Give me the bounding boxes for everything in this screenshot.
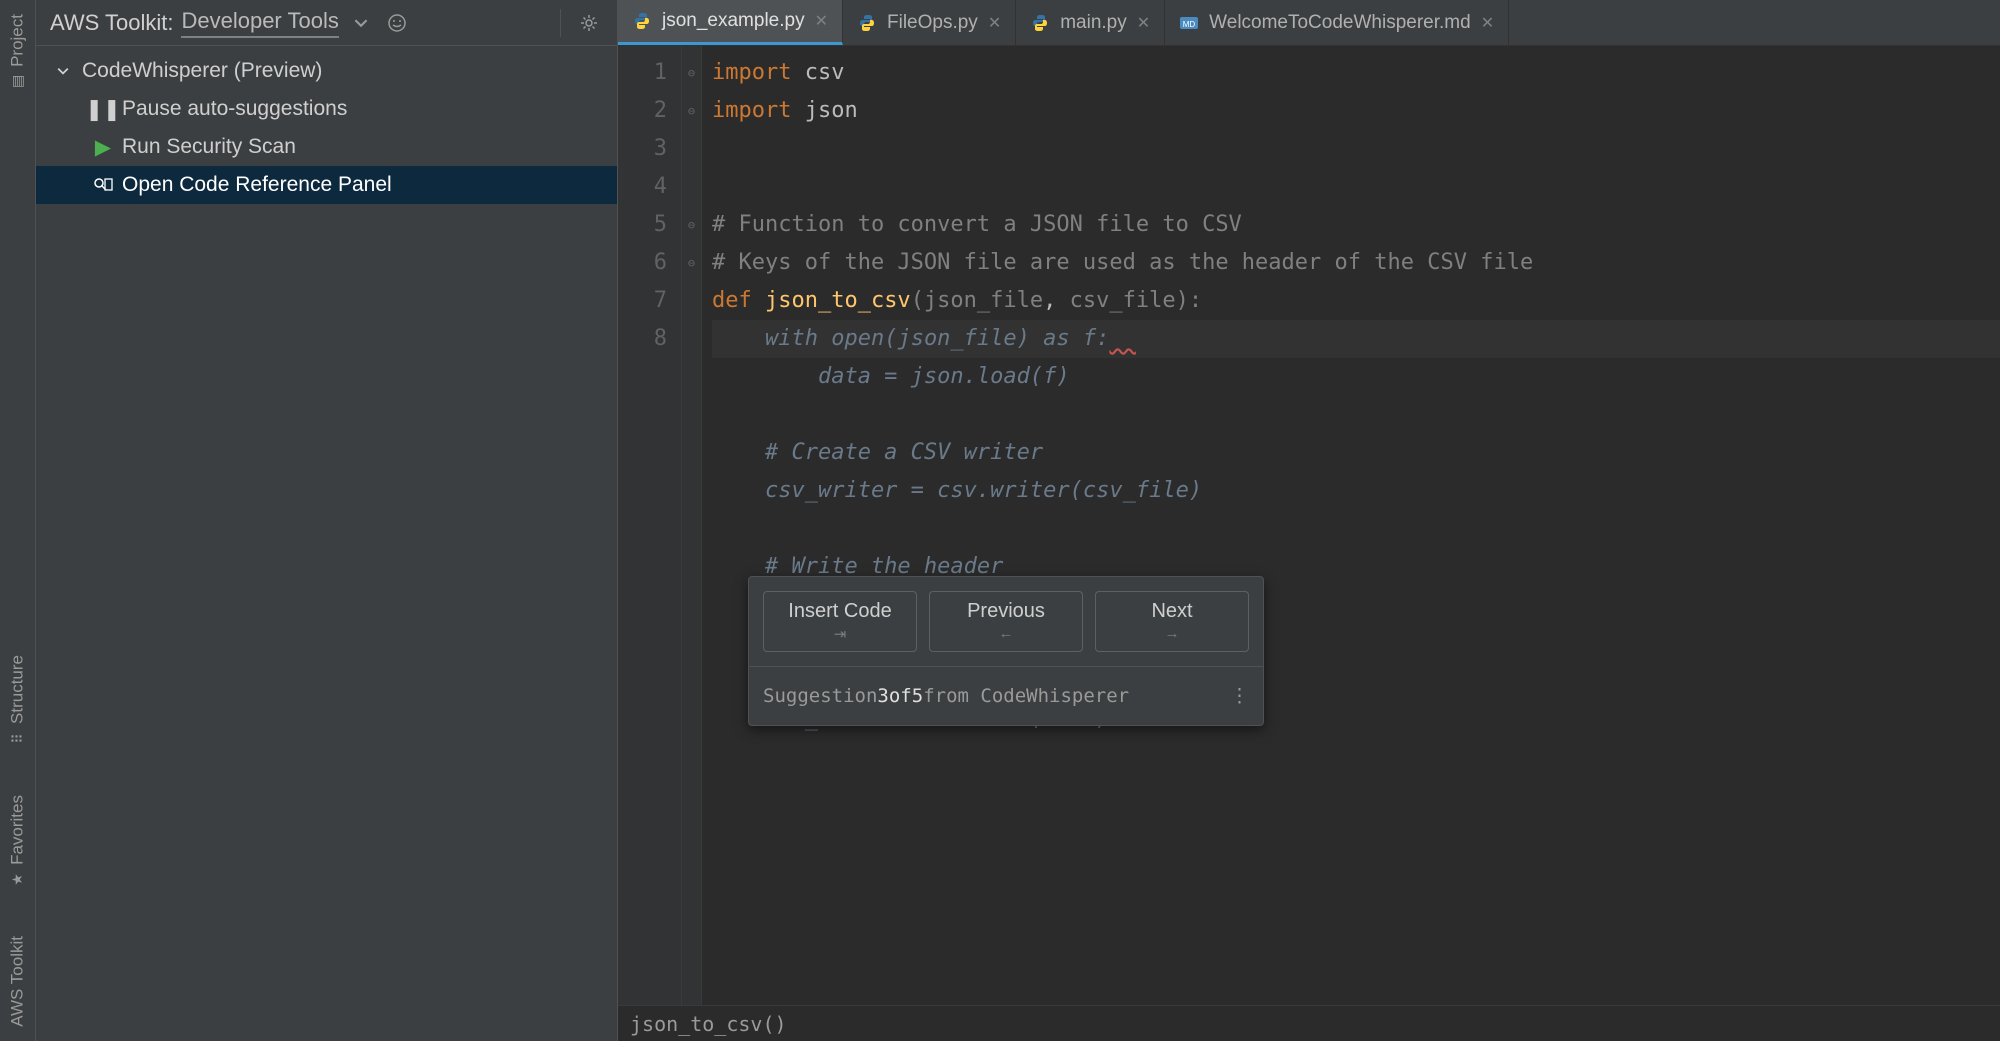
close-icon[interactable]: ✕ — [1137, 13, 1150, 33]
next-button[interactable]: Next → — [1095, 591, 1249, 652]
tree-root[interactable]: CodeWhisperer (Preview) — [36, 52, 617, 90]
tab-fileops[interactable]: FileOps.py ✕ — [843, 0, 1016, 45]
smile-icon[interactable] — [383, 9, 411, 37]
tool-strip-project[interactable]: ▤ Project — [0, 4, 35, 100]
close-icon[interactable]: ✕ — [815, 11, 828, 31]
tab-json-example[interactable]: json_example.py ✕ — [618, 0, 843, 45]
folder-icon: ▤ — [9, 75, 26, 88]
more-icon[interactable]: ⋮ — [1230, 677, 1249, 715]
python-icon — [857, 13, 877, 33]
code-content[interactable]: import csv import json # Function to con… — [702, 46, 2000, 1005]
editor-area: json_example.py ✕ FileOps.py ✕ main.py ✕… — [618, 0, 2000, 1041]
fold-icon[interactable]: ⊖ — [682, 54, 701, 92]
sidebar-tree: CodeWhisperer (Preview) ❚❚ Pause auto-su… — [36, 46, 617, 210]
left-tool-strip: ▤ Project ⠿ Structure ★ Favorites AWS To… — [0, 0, 36, 1041]
structure-icon: ⠿ — [9, 734, 26, 744]
close-icon[interactable]: ✕ — [1481, 13, 1494, 33]
suggestion-popup: Insert Code ⇥ Previous ← Next → Suggesti… — [748, 576, 1264, 726]
tree-pause-suggestions[interactable]: ❚❚ Pause auto-suggestions — [36, 90, 617, 128]
sidebar-subtitle[interactable]: Developer Tools — [181, 8, 338, 38]
reference-icon — [92, 177, 114, 193]
sidebar-title: AWS Toolkit: — [50, 10, 173, 36]
line-gutter: 1 2 3 4 5 6 7 8 — [618, 46, 682, 1005]
sidebar-panel: AWS Toolkit: Developer Tools CodeWhisper… — [36, 0, 618, 1041]
tool-strip-aws[interactable]: AWS Toolkit — [0, 926, 35, 1037]
suggestion-status: Suggestion 3 of 5 from CodeWhisperer ⋮ — [749, 666, 1263, 725]
tool-strip-favorites[interactable]: ★ Favorites — [0, 785, 35, 898]
arrow-right-icon: → — [1165, 625, 1180, 642]
svg-text:MD: MD — [1183, 20, 1196, 29]
fold-icon[interactable]: ⊖ — [682, 206, 701, 244]
chevron-down-icon[interactable] — [347, 9, 375, 37]
pause-icon: ❚❚ — [92, 97, 114, 122]
tree-open-code-reference[interactable]: Open Code Reference Panel — [36, 166, 617, 204]
tab-welcome-md[interactable]: MD WelcomeToCodeWhisperer.md ✕ — [1165, 0, 1509, 45]
play-icon: ▶ — [92, 135, 114, 160]
chevron-down-icon — [52, 65, 74, 77]
sidebar-header: AWS Toolkit: Developer Tools — [36, 0, 617, 46]
python-icon — [632, 11, 652, 31]
previous-button[interactable]: Previous ← — [929, 591, 1083, 652]
breadcrumb[interactable]: json_to_csv() — [618, 1005, 2000, 1041]
fold-icon[interactable]: ⊖ — [682, 244, 701, 282]
tree-run-security-scan[interactable]: ▶ Run Security Scan — [36, 128, 617, 166]
python-icon — [1030, 13, 1050, 33]
tab-key-icon: ⇥ — [834, 625, 847, 643]
fold-column: ⊖ ⊖ ⊖ ⊖ — [682, 46, 702, 1005]
tab-main[interactable]: main.py ✕ — [1016, 0, 1165, 45]
gear-icon[interactable] — [575, 9, 603, 37]
editor-body[interactable]: 1 2 3 4 5 6 7 8 ⊖ ⊖ ⊖ ⊖ import csv impor… — [618, 46, 2000, 1005]
fold-icon[interactable]: ⊖ — [682, 92, 701, 130]
editor-tabs: json_example.py ✕ FileOps.py ✕ main.py ✕… — [618, 0, 2000, 46]
star-icon: ★ — [9, 874, 26, 887]
arrow-left-icon: ← — [999, 625, 1014, 642]
insert-code-button[interactable]: Insert Code ⇥ — [763, 591, 917, 652]
markdown-icon: MD — [1179, 13, 1199, 33]
tool-strip-structure[interactable]: ⠿ Structure — [0, 645, 35, 757]
close-icon[interactable]: ✕ — [988, 13, 1001, 33]
